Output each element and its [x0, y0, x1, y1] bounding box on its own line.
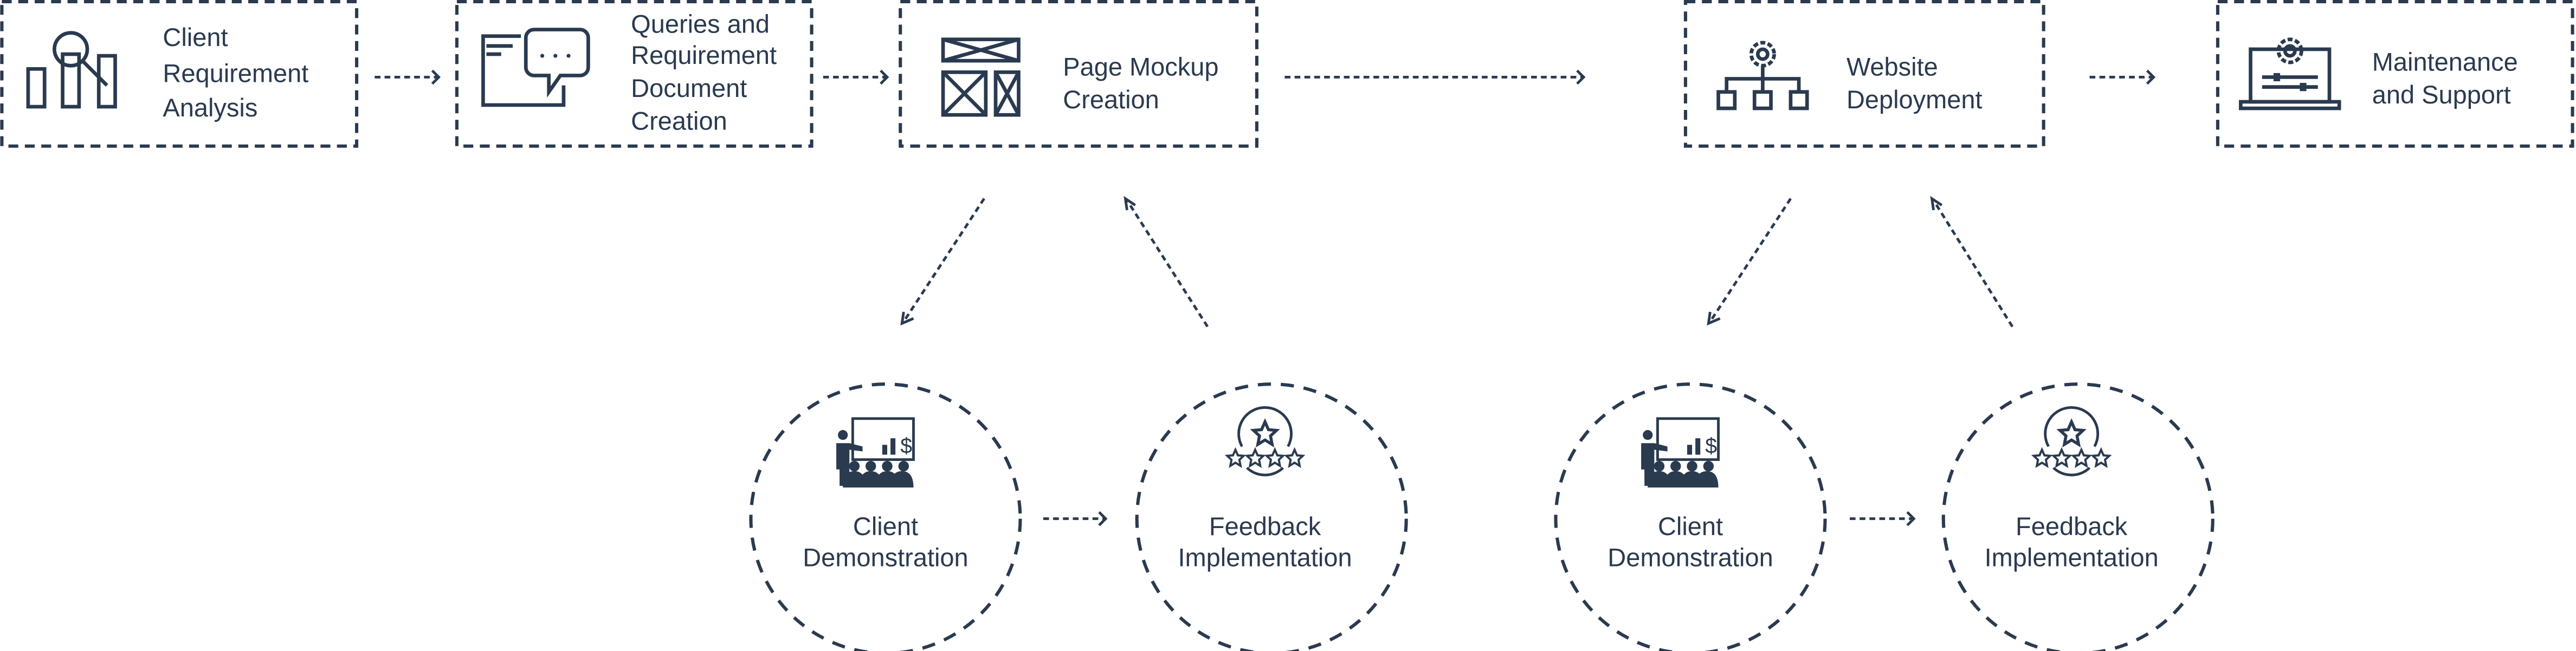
star-rating-icon: [1227, 407, 1302, 475]
node-label-line: Client: [1658, 512, 1723, 541]
laptop-gear-icon: [2239, 37, 2341, 110]
step-label-line: Document: [631, 74, 747, 102]
step-label-line: Requirement: [631, 41, 777, 69]
step-label-line: Queries and: [631, 10, 770, 38]
node-label-line: Demonstration: [803, 543, 968, 572]
step-label-line: Requirement: [163, 59, 308, 88]
step-queries-requirement-document: Queries and Requirement Document Creatio…: [455, 0, 814, 148]
arrow-1-to-2: [375, 69, 441, 85]
step-label-line: Creation: [631, 106, 727, 135]
feedback-implementation-node: Feedback Implementation: [1135, 382, 1408, 651]
presentation-icon: [836, 419, 913, 487]
arrow-4-to-5: [2089, 69, 2156, 85]
presentation-icon: [1641, 419, 1718, 487]
wireframe-icon: [941, 37, 1021, 117]
arrow-mockup-to-demo: [900, 198, 985, 326]
arrow-deployment-to-demo: [1707, 198, 1792, 326]
sitemap-gear-icon: [1716, 41, 1809, 110]
step-label-line: Page Mockup: [1063, 52, 1218, 81]
feedback-implementation-node: Feedback Implementation: [1941, 382, 2215, 651]
node-label-line: Demonstration: [1607, 543, 1773, 572]
client-demonstration-node: Client Demonstration: [1554, 382, 1827, 651]
arrow-demo-to-feedback: [1043, 511, 1108, 526]
step-label-line: and Support: [2372, 80, 2511, 109]
node-label-line: Implementation: [1985, 543, 2159, 572]
step-label-line: Maintenance: [2372, 47, 2518, 76]
node-label-line: Feedback: [1209, 512, 1321, 541]
arrow-feedback-to-mockup: [1124, 196, 1209, 328]
step-label-line: Creation: [1063, 85, 1159, 114]
step-page-mockup-creation: Page Mockup Creation: [899, 0, 1258, 148]
step-maintenance-support: Maintenance and Support: [2216, 0, 2574, 148]
client-demonstration-node: Client Demonstration: [749, 382, 1022, 651]
arrow-2-to-3: [823, 69, 889, 85]
star-rating-icon: [2033, 407, 2109, 475]
process-diagram: $ Client Requirement Analysis: [0, 0, 2574, 651]
arrow-3-to-4: [1284, 69, 1586, 85]
step-website-deployment: Website Deployment: [1683, 0, 2045, 148]
step-label-line: Client: [163, 23, 228, 51]
feedback-loop-1: Client Demonstration Feedback Implementa…: [749, 196, 1408, 651]
arrow-demo-to-feedback: [1850, 511, 1916, 526]
browser-chat-icon: [481, 28, 590, 107]
step-label-line: Deployment: [1847, 85, 1983, 114]
node-label-line: Implementation: [1178, 543, 1352, 572]
magnifier-bar-chart-icon: [26, 31, 117, 109]
step-client-requirement-analysis: Client Requirement Analysis: [0, 0, 359, 148]
node-label-line: Client: [853, 512, 918, 541]
node-label-line: Feedback: [2016, 512, 2128, 541]
feedback-loop-2: Client Demonstration Feedback Implementa…: [1554, 196, 2215, 651]
arrow-feedback-to-deployment: [1930, 196, 2014, 328]
step-label-line: Website: [1847, 52, 1938, 81]
step-label-line: Analysis: [163, 93, 257, 122]
